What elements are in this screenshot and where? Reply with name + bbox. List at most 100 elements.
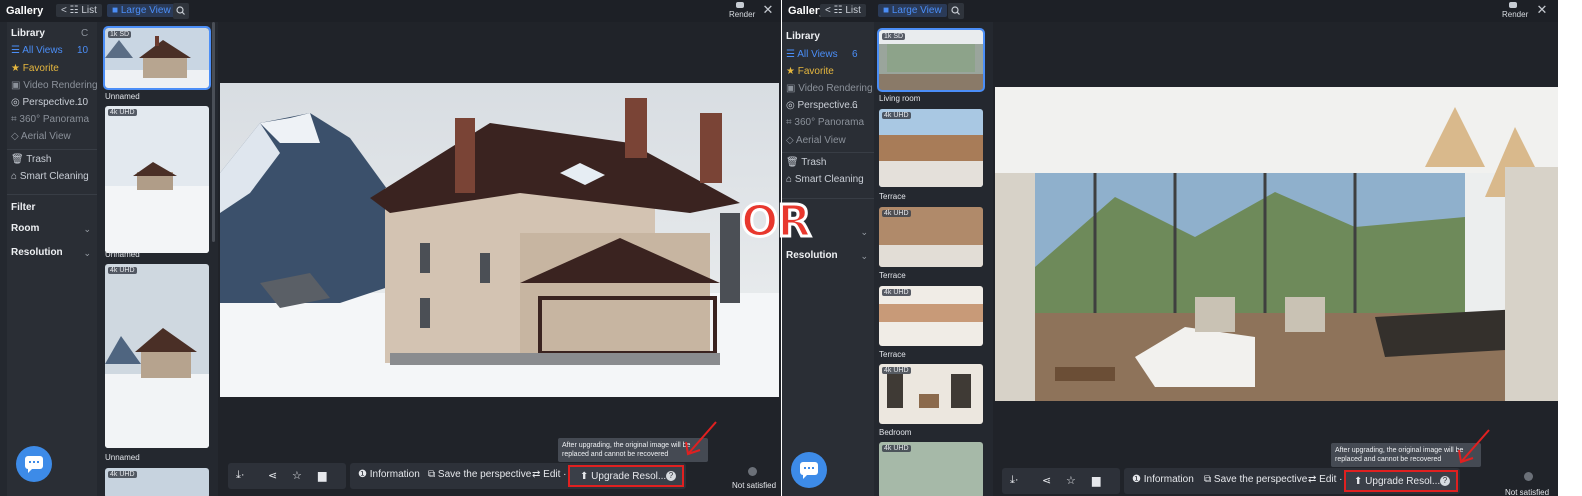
sidebar-item-360-panorama[interactable]: ⌗ 360° Panorama (786, 117, 864, 128)
thumbnail-item[interactable]: 4k UHD (105, 468, 209, 496)
search-icon (951, 6, 960, 15)
render-button[interactable]: Render (1502, 2, 1529, 22)
sidebar-item-trash[interactable]: 🗑 Trash (786, 157, 826, 168)
sidebar-item-trash[interactable]: 🗑 Trash (11, 154, 51, 165)
thumbnail-item[interactable]: 4k UHD (879, 286, 983, 346)
right-app-panel: Gallery < ☷ List ■ Large View Render ✕ L… (782, 0, 1558, 496)
thumbnail-item[interactable]: 4k UHD (105, 264, 209, 448)
sidebar-item-smart-cleaning[interactable]: ⌂ Smart Cleaning (11, 171, 89, 182)
render-label: Render (729, 10, 756, 19)
thumbnail-name: Living room (879, 94, 921, 103)
divider (782, 152, 874, 153)
large-view-button[interactable]: ■ Large View (878, 4, 947, 17)
resolution-badge: 4k UHD (882, 289, 911, 296)
main-render-image (220, 83, 779, 397)
help-icon[interactable]: ? (1440, 476, 1450, 486)
save-perspective-button[interactable]: ⧉ Save the perspective (428, 469, 531, 480)
not-satisfied-icon[interactable] (1524, 472, 1533, 481)
sidebar-item-aerial-view[interactable]: ◇ Aerial View (786, 135, 846, 146)
resolution-badge: 4k UHD (882, 210, 911, 217)
sidebar-item-aerial-view[interactable]: ◇ Aerial View (11, 131, 71, 142)
sidebar-item-perspective[interactable]: ◎ Perspective... 10 (11, 97, 88, 108)
chevron-down-icon[interactable]: ⌄ (860, 227, 868, 238)
resolution-badge: 4k UHD (882, 445, 911, 452)
action-toolbar: ❶ Information ⧉ Save the perspective ⇄ E… (350, 463, 686, 489)
sidebar-item-label: ⌂ Smart Cleaning (11, 171, 89, 182)
thumbnail-item[interactable]: 4k UHD (879, 207, 983, 267)
information-button[interactable]: ❶ Information (358, 469, 420, 480)
search-button[interactable] (948, 3, 964, 19)
library-heading: Library (786, 31, 820, 42)
thumbnail-item[interactable]: 1k SD (877, 28, 985, 92)
library-sidebar: Library C ☰ All Views 10 ★ Favorite ▣ Vid… (7, 22, 98, 496)
edit-button[interactable]: ⇄ Edit · (1308, 474, 1343, 485)
thumbnail-item[interactable]: 4k UHD (879, 109, 983, 187)
list-view-button[interactable]: < ☷ List (820, 4, 866, 17)
save-perspective-button[interactable]: ⧉ Save the perspective (1204, 474, 1307, 485)
large-view-area: After upgrading, the original image will… (218, 22, 781, 496)
render-button[interactable]: Render (729, 2, 756, 22)
sidebar-item-360-panorama[interactable]: ⌗ 360° Panorama (11, 114, 89, 125)
living-room-render-image (995, 87, 1558, 401)
sidebar-item-perspective[interactable]: ◎ Perspective... 6 (786, 100, 858, 111)
star-icon[interactable]: ☆ (292, 469, 302, 482)
not-satisfied-button[interactable]: Not satisfied (1505, 488, 1549, 496)
upgrade-resolution-button[interactable]: ⬆ Upgrade Resol... ? (568, 465, 684, 487)
thumbnail-item[interactable]: 1k SD (103, 26, 211, 90)
delete-icon[interactable]: ▆ (318, 469, 326, 482)
divider (7, 149, 97, 150)
close-icon[interactable]: ✕ (760, 2, 776, 18)
sidebar-item-favorite[interactable]: ★ Favorite (11, 63, 59, 74)
thumbnail-name: Unnamed (105, 250, 140, 259)
sidebar-item-video-rendering[interactable]: ▣ Video Rendering (786, 83, 873, 94)
help-icon[interactable]: ? (666, 471, 676, 481)
resolution-badge: 4k UHD (882, 367, 911, 374)
resolution-badge: 4k UHD (882, 112, 911, 119)
close-icon[interactable]: ✕ (1534, 2, 1550, 18)
not-satisfied-button[interactable]: Not satisfied (732, 481, 776, 490)
share-icon[interactable]: ⋖ (268, 469, 277, 482)
delete-icon[interactable]: ▆ (1092, 474, 1100, 487)
upgrade-resolution-button[interactable]: ⬆ Upgrade Resol... ? (1344, 470, 1458, 492)
list-view-button[interactable]: < ☷ List (56, 4, 102, 17)
large-view-area: After upgrading, the original image will… (993, 22, 1558, 496)
gallery-title: Gallery (6, 5, 44, 17)
chat-support-button[interactable] (16, 446, 52, 482)
sidebar-item-favorite[interactable]: ★ Favorite (786, 66, 834, 77)
search-button[interactable] (173, 3, 189, 19)
large-view-button[interactable]: ■ Large View (107, 4, 176, 17)
annotation-arrow (1458, 429, 1490, 464)
thumbnail-item[interactable]: 4k UHD (105, 106, 209, 253)
thumbnail-item[interactable]: 4k UHD (879, 442, 983, 496)
resolution-filter[interactable]: Resolution (11, 247, 63, 258)
annotation-arrow (685, 421, 717, 456)
top-bar: Gallery < ☷ List ■ Large View Render ✕ (0, 0, 781, 22)
share-icon[interactable]: ⋖ (1042, 474, 1051, 487)
chevron-down-icon[interactable]: ⌄ (860, 251, 868, 262)
library-heading: Library (11, 28, 45, 39)
resolution-filter[interactable]: Resolution (786, 250, 838, 261)
sidebar-item-all-views[interactable]: ☰ All Views 6 (786, 49, 858, 60)
top-bar: Gallery < ☷ List ■ Large View Render ✕ (782, 0, 1558, 22)
chevron-down-icon[interactable]: ⌄ (83, 248, 91, 259)
filter-heading: Filter (11, 202, 36, 213)
chat-support-button[interactable] (791, 452, 827, 488)
information-button[interactable]: ❶ Information (1132, 474, 1194, 485)
sidebar-item-smart-cleaning[interactable]: ⌂ Smart Cleaning (786, 174, 864, 185)
sidebar-item-all-views[interactable]: ☰ All Views 10 (11, 45, 88, 56)
library-sidebar: Library ☰ All Views 6 ★ Favorite ▣ Video … (782, 22, 874, 496)
download-icon[interactable]: ⤓· (236, 469, 245, 482)
edit-button[interactable]: ⇄ Edit · (532, 469, 567, 480)
sidebar-item-video-rendering[interactable]: ▣ Video Rendering (11, 80, 98, 91)
thumbnail-name: Bedroom (879, 428, 912, 437)
render-label: Render (1502, 10, 1529, 19)
thumbnail-item[interactable]: 4k UHD (879, 364, 983, 424)
not-satisfied-icon[interactable] (748, 467, 757, 476)
download-icon[interactable]: ⤓· (1010, 474, 1019, 487)
room-filter[interactable]: Room (11, 223, 39, 234)
scrollbar[interactable] (212, 22, 215, 242)
refresh-icon[interactable]: C (81, 28, 88, 39)
chevron-down-icon[interactable]: ⌄ (83, 224, 91, 235)
star-icon[interactable]: ☆ (1066, 474, 1076, 487)
divider (7, 194, 97, 195)
